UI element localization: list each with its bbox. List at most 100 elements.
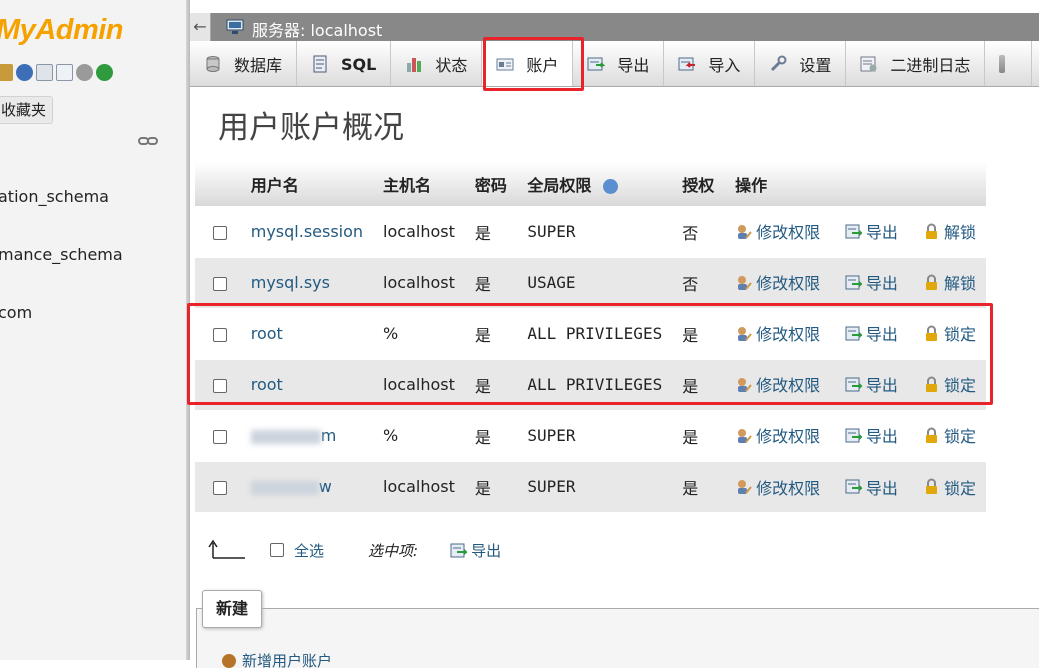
docs-icon[interactable] xyxy=(36,64,53,81)
home-icon[interactable] xyxy=(0,64,13,81)
column-header-global-privileges[interactable]: 全局权限 xyxy=(517,162,673,206)
select-all-label[interactable]: 全选 xyxy=(294,540,324,561)
add-user-label: 新增用户账户 xyxy=(242,652,333,670)
cell-password: 是 xyxy=(464,460,518,512)
export-user-link[interactable]: 导出 xyxy=(845,423,898,447)
cell-username[interactable]: mysql.session xyxy=(240,205,374,257)
cell-export: 导出 xyxy=(834,205,913,257)
export-user-link[interactable]: 导出 xyxy=(845,475,898,499)
export-user-label: 导出 xyxy=(865,478,898,498)
table-row: mysql.session localhost 是 SUPER 否 修改权限 导… xyxy=(195,205,986,257)
tab-settings[interactable]: 设置 xyxy=(755,41,847,86)
edit-privileges-link[interactable]: 修改权限 xyxy=(735,219,820,243)
column-header-grant[interactable]: 授权 xyxy=(672,162,726,206)
cell-grant: 是 xyxy=(672,409,726,461)
edit-privileges-label: 修改权限 xyxy=(756,223,821,243)
docs-page-icon[interactable] xyxy=(56,64,73,81)
export-icon xyxy=(845,479,862,494)
bulk-actions: 全选 选中项: 导出 xyxy=(208,538,501,562)
cell-username[interactable]: m xyxy=(240,409,374,461)
link-icon[interactable] xyxy=(138,134,158,148)
lock-toggle-label: 解锁 xyxy=(943,223,976,243)
cell-username[interactable]: w xyxy=(240,460,374,512)
cell-export: 导出 xyxy=(834,256,913,308)
with-selected-label: 选中项: xyxy=(368,541,419,560)
more-icon xyxy=(999,55,1006,73)
cell-global-privileges: SUPER xyxy=(517,460,673,512)
export-icon xyxy=(587,57,606,71)
row-checkbox[interactable] xyxy=(213,225,227,240)
tab-import[interactable]: 导入 xyxy=(664,41,756,86)
tab-label: 设置 xyxy=(799,56,832,75)
sql-icon xyxy=(313,55,327,73)
cell-grant: 否 xyxy=(672,205,726,257)
add-user-account-link[interactable]: 新增用户账户 xyxy=(222,650,332,671)
reload-icon[interactable] xyxy=(96,64,113,81)
cell-checkbox xyxy=(195,205,241,257)
row-checkbox[interactable] xyxy=(213,429,227,444)
cell-global-privileges: USAGE xyxy=(517,256,673,308)
cell-hostname: localhost xyxy=(373,205,465,257)
cell-export: 导出 xyxy=(834,460,913,512)
username-link[interactable]: mysql.session xyxy=(251,222,363,241)
bulk-export-label: 导出 xyxy=(471,541,502,560)
settings-icon xyxy=(771,55,787,72)
column-header-password[interactable]: 密码 xyxy=(464,162,518,206)
tab-binlog[interactable]: 二进制日志 xyxy=(846,41,986,86)
username-link[interactable]: mysql.sys xyxy=(251,273,330,292)
edit-privileges-link[interactable]: 修改权限 xyxy=(735,423,820,447)
server-breadcrumb[interactable]: 服务器: localhost xyxy=(252,17,382,41)
column-header-hostname[interactable]: 主机名 xyxy=(373,162,465,206)
tab-label: SQL xyxy=(341,54,377,74)
tab-databases[interactable]: 数据库 xyxy=(190,41,298,86)
new-fieldset-legend: 新建 xyxy=(202,590,263,628)
row-checkbox[interactable] xyxy=(213,480,227,495)
logout-icon[interactable] xyxy=(16,64,33,81)
sidebar-db-information-schema[interactable]: ation_schema xyxy=(0,187,109,206)
export-icon xyxy=(845,224,862,239)
lock-icon xyxy=(925,223,937,239)
tab-status[interactable]: 状态 xyxy=(391,41,483,86)
server-icon xyxy=(226,19,244,34)
username-link[interactable]: m xyxy=(321,426,337,445)
tab-export[interactable]: 导出 xyxy=(573,41,665,86)
checkbox-column-header xyxy=(195,162,241,206)
lock-toggle-label: 锁定 xyxy=(943,478,976,498)
lock-toggle-link[interactable]: 解锁 xyxy=(923,270,976,294)
select-all-checkbox[interactable] xyxy=(270,543,284,557)
username-link[interactable]: w xyxy=(319,477,332,496)
sidebar-db-com[interactable]: com xyxy=(0,303,32,322)
help-icon[interactable] xyxy=(602,178,618,194)
cell-edit-privileges: 修改权限 xyxy=(725,460,835,512)
edit-privileges-icon xyxy=(738,428,752,443)
collapse-sidebar-arrow-icon[interactable]: ← xyxy=(190,13,211,41)
lock-toggle-link[interactable]: 解锁 xyxy=(923,219,976,243)
phpmyadmin-logo[interactable]: MyAdmin xyxy=(0,14,124,47)
favorites-button[interactable]: 收藏夹 xyxy=(0,96,54,124)
tab-more[interactable] xyxy=(985,41,1033,86)
tab-sql[interactable]: SQL xyxy=(297,41,392,86)
edit-privileges-label: 修改权限 xyxy=(756,427,821,447)
edit-privileges-link[interactable]: 修改权限 xyxy=(735,270,820,294)
export-user-link[interactable]: 导出 xyxy=(845,219,898,243)
lock-toggle-link[interactable]: 锁定 xyxy=(923,475,976,499)
export-icon xyxy=(845,428,862,443)
cell-checkbox xyxy=(195,409,241,461)
cell-lock: 解锁 xyxy=(912,205,986,257)
export-user-link[interactable]: 导出 xyxy=(845,270,898,294)
root-rows-highlight-box xyxy=(187,303,993,405)
lock-toggle-link[interactable]: 锁定 xyxy=(923,423,976,447)
bulk-export-button[interactable]: 导出 xyxy=(450,540,501,561)
cell-username[interactable]: mysql.sys xyxy=(240,256,374,308)
lock-icon xyxy=(925,274,937,290)
column-header-username[interactable]: 用户名 xyxy=(240,162,374,206)
lock-toggle-label: 解锁 xyxy=(943,274,976,294)
edit-privileges-label: 修改权限 xyxy=(756,274,821,294)
cell-edit-privileges: 修改权限 xyxy=(725,256,835,308)
cell-password: 是 xyxy=(464,256,518,308)
edit-privileges-link[interactable]: 修改权限 xyxy=(735,475,820,499)
sidebar-db-performance-schema[interactable]: mance_schema xyxy=(0,245,123,264)
row-checkbox[interactable] xyxy=(213,276,227,291)
gear-icon[interactable] xyxy=(76,64,93,81)
cell-password: 是 xyxy=(464,205,518,257)
